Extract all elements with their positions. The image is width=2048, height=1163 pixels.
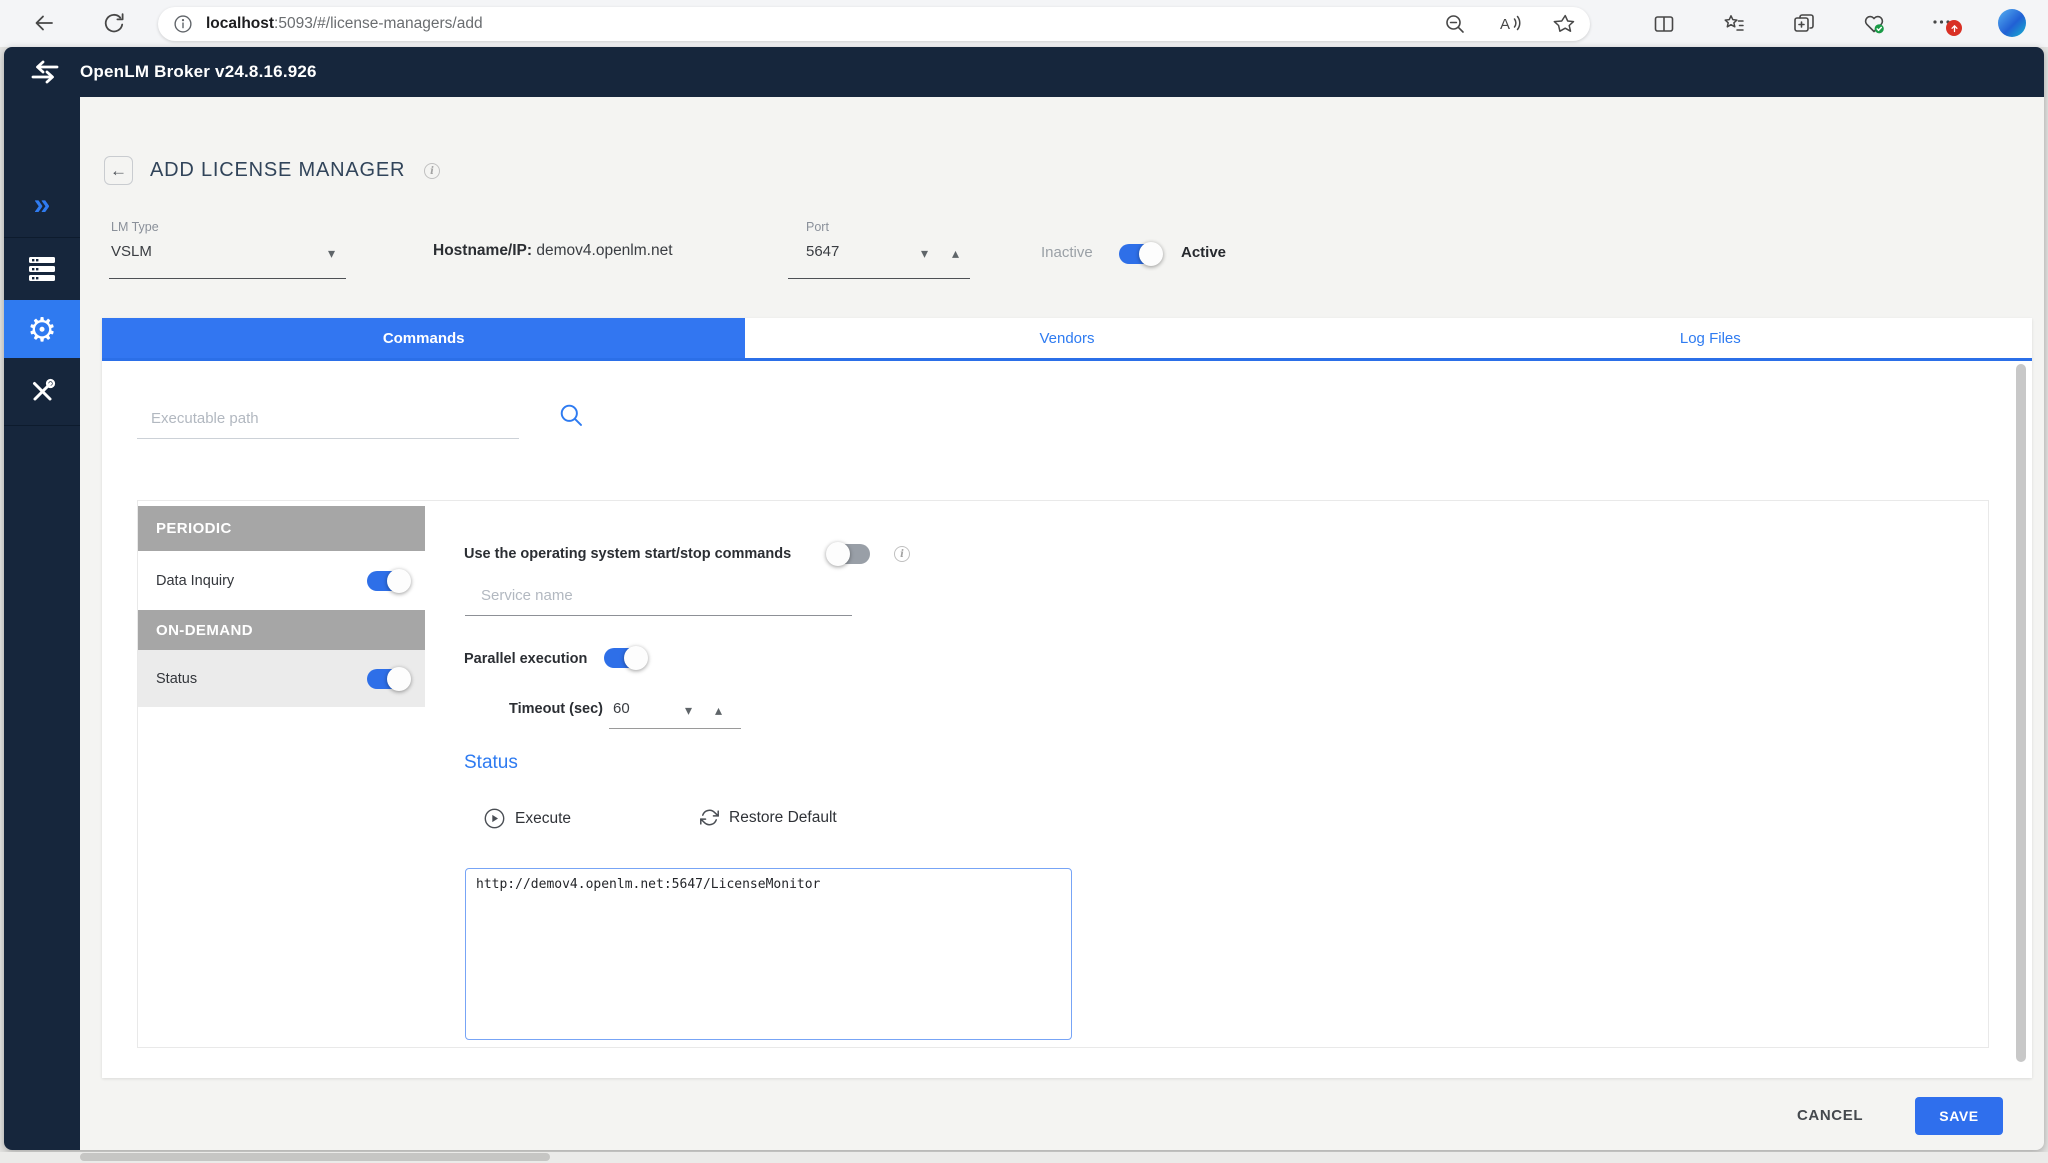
app-header: OpenLM Broker v24.8.16.926 bbox=[4, 47, 2044, 97]
tab-log-files[interactable]: Log Files bbox=[1389, 318, 2032, 358]
sidebar bbox=[4, 97, 80, 1150]
port-label: Port bbox=[806, 220, 829, 234]
refresh-icon[interactable] bbox=[102, 11, 126, 35]
data-inquiry-toggle[interactable] bbox=[367, 571, 407, 591]
executable-path-input[interactable] bbox=[137, 399, 519, 439]
port-decrement-icon[interactable] bbox=[921, 245, 928, 263]
browser-essentials-icon[interactable] bbox=[1862, 12, 1886, 36]
play-circle-icon bbox=[484, 808, 505, 829]
tab-vendors[interactable]: Vendors bbox=[745, 318, 1388, 358]
port-underline bbox=[788, 278, 970, 279]
split-screen-icon[interactable] bbox=[1652, 12, 1676, 36]
timeout-decrement-icon[interactable] bbox=[685, 702, 692, 720]
address-bar[interactable]: localhost:5093/#/license-managers/add bbox=[158, 7, 1590, 41]
search-icon[interactable] bbox=[559, 403, 585, 429]
timeout-underline bbox=[609, 728, 741, 729]
timeout-input[interactable]: 60 bbox=[613, 700, 630, 717]
page-title: ADD LICENSE MANAGER bbox=[150, 159, 405, 182]
status-toggle[interactable] bbox=[367, 669, 407, 689]
port-input[interactable]: 5647 bbox=[806, 243, 839, 260]
url-text[interactable]: localhost:5093/#/license-managers/add bbox=[206, 15, 483, 33]
copilot-icon[interactable] bbox=[1998, 9, 2026, 37]
hostname-value: demov4.openlm.net bbox=[536, 242, 672, 259]
restore-refresh-icon bbox=[700, 808, 719, 827]
app-window: OpenLM Broker v24.8.16.926 ADD LICENSE M… bbox=[4, 47, 2044, 1150]
status-section-title: Status bbox=[464, 752, 518, 774]
execute-button[interactable]: Execute bbox=[484, 808, 571, 829]
command-row-data-inquiry[interactable]: Data Inquiry bbox=[138, 551, 425, 610]
group-header-on-demand: ON-DEMAND bbox=[138, 610, 425, 650]
parallel-execution-label: Parallel execution bbox=[464, 651, 587, 667]
os-commands-info-icon[interactable] bbox=[894, 546, 910, 562]
browser-toolbar: localhost:5093/#/license-managers/add A bbox=[0, 0, 2048, 47]
command-row-status[interactable]: Status bbox=[138, 650, 425, 707]
hostname-field: Hostname/IP: demov4.openlm.net bbox=[433, 242, 673, 260]
os-commands-label: Use the operating system start/stop comm… bbox=[464, 546, 791, 562]
page-info-icon[interactable] bbox=[424, 163, 440, 179]
tab-commands[interactable]: Commands bbox=[102, 318, 745, 358]
group-header-periodic: PERIODIC bbox=[138, 506, 425, 551]
read-aloud-icon[interactable]: A bbox=[1498, 12, 1522, 36]
cancel-button[interactable]: CANCEL bbox=[1797, 1107, 1863, 1124]
back-icon[interactable] bbox=[32, 11, 56, 35]
active-label: Active bbox=[1181, 244, 1226, 261]
active-toggle[interactable] bbox=[1119, 244, 1159, 264]
execute-label: Execute bbox=[515, 810, 571, 828]
horizontal-scrollbar bbox=[0, 1152, 2048, 1163]
tab-bar: Commands Vendors Log Files bbox=[102, 318, 2032, 361]
favorite-star-icon[interactable] bbox=[1552, 12, 1576, 36]
license-manager-card: Commands Vendors Log Files PERIODIC Data… bbox=[102, 318, 2032, 1078]
url-host: localhost bbox=[206, 15, 274, 32]
lm-type-caret-icon[interactable] bbox=[328, 245, 335, 263]
save-button[interactable]: SAVE bbox=[1915, 1097, 2003, 1135]
main-content: ADD LICENSE MANAGER LM Type VSLM Hostnam… bbox=[80, 97, 2044, 1150]
url-path: :5093/#/license-managers/add bbox=[274, 15, 483, 32]
lm-type-underline bbox=[109, 278, 346, 279]
back-button[interactable] bbox=[104, 156, 133, 185]
license-servers-icon[interactable] bbox=[4, 238, 80, 300]
app-title: OpenLM Broker v24.8.16.926 bbox=[80, 62, 317, 82]
command-url-textarea[interactable]: http://demov4.openlm.net:5647/LicenseMon… bbox=[465, 868, 1072, 1040]
horizontal-scrollbar-thumb[interactable] bbox=[80, 1153, 550, 1161]
os-commands-toggle[interactable] bbox=[830, 544, 870, 564]
lm-type-label: LM Type bbox=[111, 220, 159, 234]
lm-type-select[interactable]: VSLM bbox=[111, 243, 152, 260]
parallel-execution-toggle[interactable] bbox=[604, 648, 644, 668]
restore-default-button[interactable]: Restore Default bbox=[700, 808, 837, 827]
site-info-icon[interactable] bbox=[172, 13, 194, 35]
tools-icon[interactable] bbox=[4, 358, 80, 424]
openlm-logo-icon bbox=[30, 60, 60, 84]
service-name-input[interactable] bbox=[465, 576, 852, 616]
restore-default-label: Restore Default bbox=[729, 809, 837, 827]
collections-icon[interactable] bbox=[1792, 12, 1816, 36]
command-row-label: Data Inquiry bbox=[156, 573, 234, 589]
sidebar-divider bbox=[4, 425, 80, 426]
port-increment-icon[interactable] bbox=[952, 245, 959, 263]
command-row-label: Status bbox=[156, 671, 197, 687]
update-badge[interactable] bbox=[1946, 20, 1962, 36]
expand-chevrons-icon[interactable] bbox=[4, 175, 80, 235]
hostname-label: Hostname/IP: bbox=[433, 242, 532, 259]
timeout-increment-icon[interactable] bbox=[715, 702, 722, 720]
timeout-label: Timeout (sec) bbox=[509, 701, 603, 717]
zoom-out-icon[interactable] bbox=[1443, 12, 1467, 36]
svg-text:A: A bbox=[1500, 16, 1510, 33]
favorites-list-icon[interactable] bbox=[1722, 12, 1746, 36]
vertical-scrollbar-thumb[interactable] bbox=[2016, 364, 2026, 1062]
inactive-label: Inactive bbox=[1041, 244, 1093, 261]
settings-gear-icon[interactable] bbox=[4, 300, 80, 358]
